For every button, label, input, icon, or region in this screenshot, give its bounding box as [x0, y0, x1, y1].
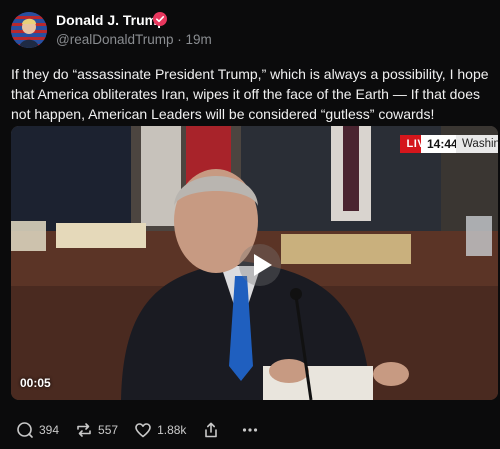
repost-count: 557: [98, 423, 119, 437]
play-icon[interactable]: [239, 244, 281, 286]
broadcast-clock: 14:44: [421, 135, 458, 153]
author-name[interactable]: Donald J. Trump: [56, 12, 166, 28]
broadcast-location: Washington: [456, 135, 498, 153]
video-duration: 00:05: [20, 376, 51, 390]
like-button[interactable]: 1.88k: [134, 421, 186, 439]
author-handle-timestamp[interactable]: @realDonaldTrump · 19m: [56, 32, 212, 47]
share-icon: [205, 422, 218, 438]
action-bar: 394 557 1.88k: [16, 419, 280, 441]
more-options-button[interactable]: [241, 421, 264, 439]
more-options-icon: [243, 428, 258, 432]
avatar[interactable]: [11, 12, 47, 48]
repost-button[interactable]: 557: [75, 421, 118, 439]
like-count: 1.88k: [157, 423, 187, 437]
reply-count: 394: [39, 423, 60, 437]
reply-button[interactable]: 394: [16, 421, 59, 439]
share-button[interactable]: [202, 421, 225, 439]
verified-badge-icon: [153, 12, 167, 26]
post-text: If they do “assassinate President Trump,…: [11, 66, 489, 122]
repost-icon: [77, 423, 91, 437]
post-card: Donald J. Trump @realDonaldTrump · 19m I…: [0, 0, 500, 449]
reply-icon: [17, 422, 33, 438]
heart-icon: [135, 423, 151, 438]
video-player[interactable]: LIVE 14:44 Washington 00:05: [11, 126, 498, 400]
